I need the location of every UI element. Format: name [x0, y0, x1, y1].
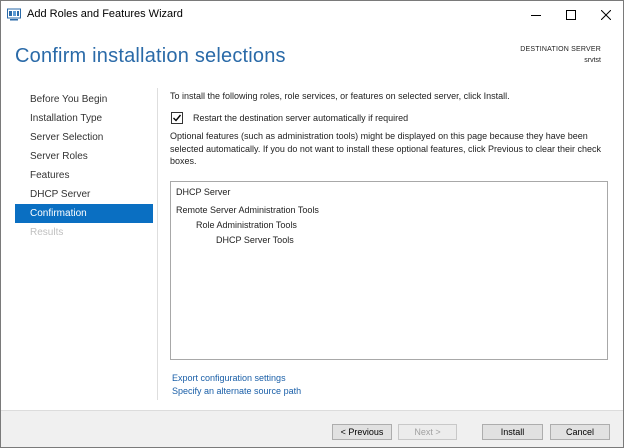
restart-option[interactable]: Restart the destination server automatic…: [171, 112, 408, 124]
nav-item-server-roles[interactable]: Server Roles: [15, 147, 153, 166]
selection-list[interactable]: DHCP Server Remote Server Administration…: [170, 181, 608, 360]
window-title: Add Roles and Features Wizard: [27, 8, 183, 20]
wizard-footer: < Previous Next > Install Cancel: [1, 410, 623, 447]
optional-features-note: Optional features (such as administratio…: [170, 131, 602, 166]
nav-item-confirmation[interactable]: Confirmation: [15, 204, 153, 223]
nav-item-dhcp-server[interactable]: DHCP Server: [15, 185, 153, 204]
previous-button[interactable]: < Previous: [332, 424, 392, 440]
wizard-nav: Before You Begin Installation Type Serve…: [15, 90, 153, 242]
nav-item-installation-type[interactable]: Installation Type: [15, 109, 153, 128]
nav-item-features[interactable]: Features: [15, 166, 153, 185]
selection-item-rsat: Remote Server Administration Tools: [176, 205, 319, 215]
server-manager-icon: [7, 8, 21, 21]
close-button[interactable]: [589, 1, 623, 29]
next-button: Next >: [398, 424, 457, 440]
minimize-icon: [531, 15, 541, 16]
selection-item-dhcp-server: DHCP Server: [176, 187, 231, 197]
maximize-icon: [566, 10, 576, 20]
nav-item-results: Results: [30, 227, 64, 238]
page-title: Confirm installation selections: [15, 45, 286, 67]
selection-item-dhcp-server-tools: DHCP Server Tools: [216, 235, 294, 245]
wizard-window: Add Roles and Features Wizard Confirm in…: [0, 0, 624, 448]
nav-divider: [157, 88, 158, 400]
intro-text: To install the following roles, role ser…: [170, 91, 510, 101]
checkmark-icon: [173, 114, 182, 122]
cancel-button[interactable]: Cancel: [550, 424, 610, 440]
install-button[interactable]: Install: [482, 424, 543, 440]
maximize-button[interactable]: [554, 1, 588, 29]
title-bar[interactable]: Add Roles and Features Wizard: [1, 1, 623, 29]
nav-item-server-selection[interactable]: Server Selection: [15, 128, 153, 147]
close-icon: [601, 10, 611, 20]
destination-server-label: DESTINATION SERVER: [520, 46, 601, 53]
export-configuration-link[interactable]: Export configuration settings: [172, 373, 286, 383]
selection-item-role-admin-tools: Role Administration Tools: [196, 220, 297, 230]
restart-checkbox[interactable]: [171, 112, 183, 124]
destination-server-name: srvtst: [584, 57, 601, 64]
minimize-button[interactable]: [519, 1, 553, 29]
restart-checkbox-label[interactable]: Restart the destination server automatic…: [193, 113, 408, 123]
nav-item-before-you-begin[interactable]: Before You Begin: [15, 90, 153, 109]
alternate-source-link[interactable]: Specify an alternate source path: [172, 386, 301, 396]
